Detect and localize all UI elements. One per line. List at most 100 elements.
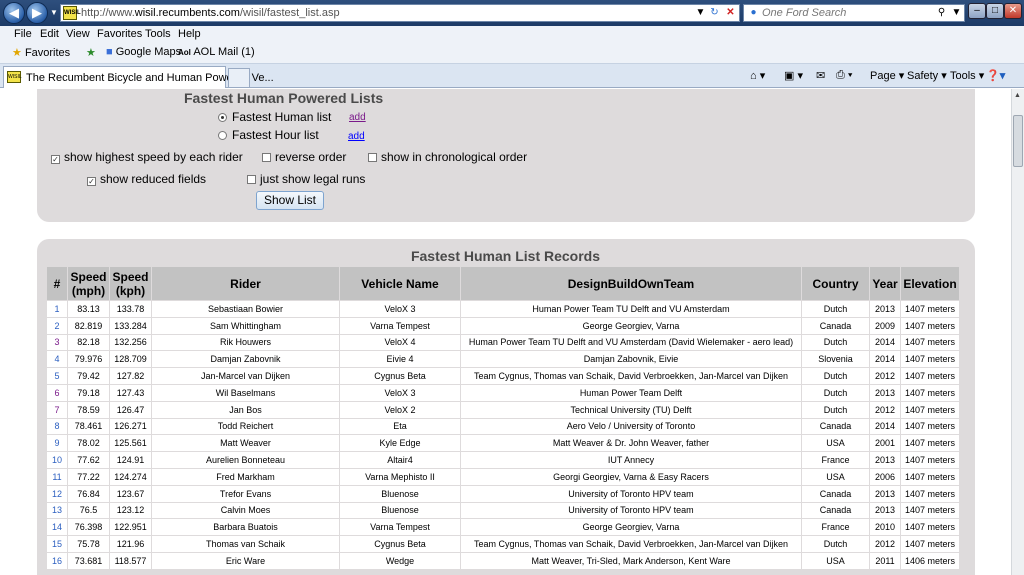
tools-menu[interactable]: Tools ▾ [950, 69, 984, 82]
cell-rank[interactable]: 2 [47, 317, 67, 334]
checkbox-unchecked-icon[interactable] [247, 175, 256, 184]
radio-selected-icon[interactable] [218, 113, 227, 122]
favorites-button[interactable]: ★ Favorites [12, 46, 70, 59]
radio-fastest-hour[interactable]: Fastest Hour list [218, 128, 319, 142]
cell-rank[interactable]: 3 [47, 334, 67, 351]
menu-tools[interactable]: Tools [145, 28, 171, 40]
address-dropdown-icon[interactable]: ▼ [693, 6, 708, 20]
print-icon[interactable]: ⎙ ▾ [836, 69, 852, 82]
search-placeholder: One Ford Search [762, 7, 847, 19]
cell-country: France [802, 519, 869, 536]
cell-rank[interactable]: 16 [47, 552, 67, 569]
safety-menu[interactable]: Safety ▾ [907, 69, 947, 82]
cell-rank[interactable]: 1 [47, 301, 67, 317]
cell-rank[interactable]: 10 [47, 452, 67, 468]
cell-speed-mph: 79.18 [68, 384, 109, 401]
page-scrollbar[interactable]: ▲ [1011, 89, 1024, 575]
cell-speed-kph: 121.96 [110, 536, 151, 552]
cell-rank[interactable]: 4 [47, 351, 67, 368]
show-list-button[interactable]: Show List [256, 191, 324, 210]
cell-year: 2010 [870, 519, 900, 536]
cell-speed-kph: 123.67 [110, 485, 151, 502]
home-icon[interactable]: ⌂ ▾ [750, 69, 765, 82]
menu-edit[interactable]: Edit [40, 28, 59, 40]
cell-speed-kph: 118.577 [110, 552, 151, 569]
col-header-country[interactable]: Country [802, 267, 869, 300]
checkbox-chronological[interactable]: show in chronological order [368, 150, 527, 164]
fav-link-google-maps[interactable]: ■ Google Maps [106, 46, 181, 58]
cell-speed-kph: 128.709 [110, 351, 151, 368]
search-icon[interactable]: ⚲ [934, 6, 949, 20]
recent-pages-dropdown-icon[interactable]: ▼ [50, 8, 58, 17]
table-row: 10 77.62 124.91 Aurelien Bonneteau Altair4 IU… [47, 452, 959, 468]
menu-favorites[interactable]: Favorites [97, 28, 142, 40]
search-field[interactable]: ● One Ford Search ⚲ ▼ [743, 4, 965, 22]
col-header-speed-kph[interactable]: Speed (kph) [110, 267, 151, 300]
scroll-up-icon[interactable]: ▲ [1014, 92, 1021, 99]
menu-help[interactable]: Help [178, 28, 201, 40]
tab-favicon-icon: WISIL [7, 71, 22, 83]
cell-speed-mph: 76.5 [68, 502, 109, 519]
radio-fastest-human[interactable]: Fastest Human list [218, 110, 331, 124]
add-favorite-icon[interactable]: ★ [86, 46, 96, 59]
col-header-speed-mph[interactable]: Speed (mph) [68, 267, 109, 300]
checkbox-unchecked-icon[interactable] [368, 153, 377, 162]
col-header-team[interactable]: DesignBuildOwnTeam [461, 267, 801, 300]
cell-team: Team Cygnus, Thomas van Schaik, David Ve… [461, 536, 801, 552]
help-icon[interactable]: ❓▾ [986, 69, 1005, 82]
cell-rank[interactable]: 13 [47, 502, 67, 519]
col-header-year[interactable]: Year [870, 267, 900, 300]
cell-rank[interactable]: 7 [47, 401, 67, 418]
col-header-vehicle-name[interactable]: Vehicle Name [340, 267, 460, 300]
search-options-icon[interactable]: ▼ [949, 6, 964, 20]
cell-speed-kph: 124.91 [110, 452, 151, 468]
cell-rank[interactable]: 8 [47, 418, 67, 435]
minimize-icon[interactable]: – [968, 3, 986, 19]
fav-link-aol-mail[interactable]: Aol AOL Mail (1) [178, 46, 255, 58]
cell-rank[interactable]: 9 [47, 435, 67, 452]
page-menu[interactable]: Page ▾ [870, 69, 904, 82]
cell-vehicle-name: Wedge [340, 552, 460, 569]
col-header-elevation[interactable]: Elevation [901, 267, 959, 300]
back-icon[interactable]: ◀ [3, 2, 25, 24]
tab-recumbent[interactable]: WISIL The Recumbent Bicycle and Human Po… [3, 66, 274, 88]
table-row: 7 78.59 126.47 Jan Bos VeloX 2 Technical Univ… [47, 401, 959, 418]
add-fastest-human-link[interactable]: add [349, 112, 366, 123]
cell-rider: Thomas van Schaik [152, 536, 339, 552]
page-viewport: Fastest Human Powered Lists Fastest Huma… [0, 89, 1011, 575]
new-tab-button[interactable] [228, 68, 250, 87]
add-fastest-hour-link[interactable]: add [348, 131, 365, 142]
close-icon[interactable]: ✕ [1004, 3, 1022, 19]
safety-menu-label: Safety [907, 70, 939, 82]
checkbox-legal-runs[interactable]: just show legal runs [247, 172, 365, 186]
feeds-icon[interactable]: ▣ ▾ [784, 69, 803, 82]
cell-rank[interactable]: 12 [47, 485, 67, 502]
read-mail-icon[interactable]: ✉ [816, 69, 825, 82]
forward-icon[interactable]: ▶ [26, 2, 48, 24]
menu-file[interactable]: File [14, 28, 32, 40]
checkbox-unchecked-icon[interactable] [262, 153, 271, 162]
cell-rank[interactable]: 15 [47, 536, 67, 552]
menu-view[interactable]: View [66, 28, 90, 40]
url-text[interactable]: http://www.wisil.recumbents.com/wisil/fa… [81, 7, 340, 19]
search-provider-icon: ● [750, 7, 757, 18]
col-header-number[interactable]: # [47, 267, 67, 300]
cell-rider: Calvin Moes [152, 502, 339, 519]
address-field[interactable]: WISIL http://www.wisil.recumbents.com/wi… [60, 4, 740, 22]
checkbox-checked-icon[interactable]: ✓ [87, 177, 96, 186]
cell-rank[interactable]: 5 [47, 368, 67, 384]
cell-speed-kph: 133.78 [110, 301, 151, 317]
col-header-rider[interactable]: Rider [152, 267, 339, 300]
checkbox-reduced-fields[interactable]: ✓ show reduced fields [87, 172, 206, 186]
stop-icon[interactable]: ✕ [723, 6, 738, 20]
checkbox-reverse-order[interactable]: reverse order [262, 150, 346, 164]
maximize-icon[interactable]: □ [986, 3, 1004, 19]
cell-rank[interactable]: 6 [47, 384, 67, 401]
cell-rank[interactable]: 14 [47, 519, 67, 536]
radio-unselected-icon[interactable] [218, 131, 227, 140]
refresh-icon[interactable]: ↻ [707, 6, 722, 20]
checkbox-checked-icon[interactable]: ✓ [51, 155, 60, 164]
checkbox-highest-speed[interactable]: ✓ show highest speed by each rider [51, 150, 243, 164]
cell-rank[interactable]: 11 [47, 468, 67, 485]
scroll-thumb[interactable] [1013, 115, 1023, 167]
